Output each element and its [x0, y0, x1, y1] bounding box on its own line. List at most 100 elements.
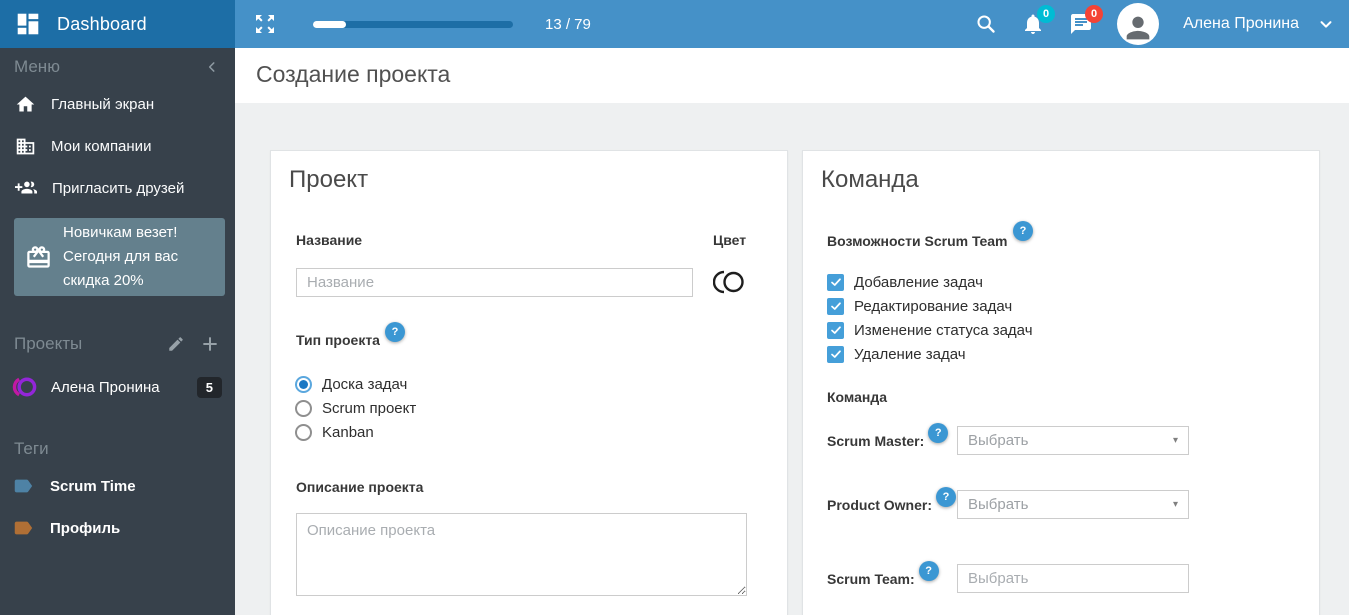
- collapse-sidebar-icon[interactable]: [205, 60, 219, 74]
- radio-task-board[interactable]: Доска задач: [295, 374, 407, 394]
- sidebar-item-label: Главный экран: [51, 95, 155, 113]
- product-owner-help-icon[interactable]: ?: [936, 486, 957, 507]
- radio-kanban[interactable]: Kanban: [295, 422, 374, 442]
- user-name[interactable]: Алена Пронина: [1183, 15, 1299, 33]
- menu-header-label: Меню: [14, 57, 60, 76]
- radio-label: Kanban: [322, 423, 374, 441]
- notifications-badge: 0: [1037, 5, 1056, 23]
- project-card: Проект Название Цвет Тип проекта ? Доска…: [270, 150, 788, 615]
- description-label: Описание проекта: [296, 479, 424, 495]
- checkbox-checked-icon: [827, 345, 844, 363]
- select-placeholder: Выбрать: [968, 432, 1029, 449]
- project-name: Алена Пронина: [51, 378, 160, 396]
- project-name-input[interactable]: [296, 268, 693, 297]
- radio-icon: [295, 375, 312, 393]
- team-card: Команда Возможности Scrum Team ? Добавле…: [802, 150, 1320, 615]
- scrum-master-label: Scrum Master:: [827, 432, 925, 449]
- select-caret-icon: ▾: [1172, 499, 1178, 510]
- checkbox-checked-icon: [827, 321, 844, 339]
- sidebar-tag-scrum-time[interactable]: Scrum Time: [0, 469, 235, 503]
- edit-projects-pencil-icon[interactable]: [167, 335, 185, 353]
- sidebar-item-label: Мои компании: [51, 137, 152, 155]
- select-caret-icon: ▾: [1172, 435, 1178, 446]
- fullscreen-icon[interactable]: [253, 12, 277, 36]
- sidebar: Меню Главный экран Мои компании Пригласи…: [0, 48, 235, 615]
- radio-scrum-project[interactable]: Scrum проект: [295, 398, 416, 418]
- product-owner-select[interactable]: Выбрать ▾: [957, 490, 1189, 519]
- notifications-bell-icon[interactable]: 0: [1021, 5, 1056, 36]
- promo-line: скидка 20%: [63, 272, 144, 289]
- main-content: Создание проекта Проект Название Цвет Ти…: [235, 48, 1349, 615]
- progress-fill: [313, 20, 346, 28]
- scrum-team-input[interactable]: [957, 564, 1189, 593]
- color-picker-icon[interactable]: [713, 268, 745, 296]
- name-label: Название: [296, 232, 363, 248]
- project-logo-icon: [10, 374, 37, 400]
- building-icon: [15, 136, 36, 157]
- radio-icon: [295, 399, 312, 417]
- sidebar-item-companies[interactable]: Мои компании: [0, 125, 235, 167]
- messages-badge: 0: [1085, 5, 1104, 23]
- add-project-plus-icon[interactable]: [200, 334, 220, 354]
- brand-title[interactable]: Dashboard: [57, 14, 147, 35]
- checkbox-change-status[interactable]: Изменение статуса задач: [827, 320, 1033, 340]
- messages-chat-icon[interactable]: 0: [1069, 5, 1104, 36]
- page-header: Создание проекта: [235, 48, 1349, 103]
- brand-header: Dashboard: [0, 0, 235, 48]
- checkbox-checked-icon: [827, 297, 844, 315]
- scrum-team-label: Scrum Team:: [827, 570, 915, 587]
- gift-icon: [25, 244, 52, 271]
- scrum-team-help-icon[interactable]: ?: [918, 560, 939, 581]
- radio-label: Доска задач: [322, 375, 408, 393]
- tag-icon: [12, 475, 34, 497]
- sidebar-tag-profile[interactable]: Профиль: [0, 511, 235, 545]
- scrum-master-select[interactable]: Выбрать ▾: [957, 426, 1189, 455]
- color-label: Цвет: [713, 232, 747, 248]
- product-owner-field: Product Owner: ? Выбрать ▾: [803, 486, 1321, 519]
- radio-icon: [295, 423, 312, 441]
- promo-text: Новичкам везет! Сегодня для вас скидка 2…: [63, 221, 178, 293]
- progress-label: 13 / 79: [545, 15, 591, 33]
- promo-line: Новичкам везет!: [63, 224, 178, 241]
- checkbox-add-tasks[interactable]: Добавление задач: [827, 272, 983, 292]
- chevron-down-icon[interactable]: [1317, 15, 1335, 33]
- project-description-textarea[interactable]: [296, 513, 747, 596]
- project-type-help-icon[interactable]: ?: [385, 322, 405, 342]
- tag-icon: [12, 517, 34, 539]
- promo-line: Сегодня для вас: [63, 248, 179, 265]
- home-icon: [15, 94, 36, 115]
- permissions-help-icon[interactable]: ?: [1013, 221, 1033, 241]
- checkbox-label: Редактирование задач: [854, 297, 1013, 315]
- sidebar-item-home[interactable]: Главный экран: [0, 83, 235, 125]
- topbar: 13 / 79 0 0 Алена Пронина: [235, 0, 1349, 48]
- projects-header-label: Проекты: [14, 334, 83, 353]
- menu-header: Меню: [0, 48, 235, 77]
- scrum-master-field: Scrum Master: ? Выбрать ▾: [803, 422, 1321, 455]
- progress-bar[interactable]: [313, 20, 513, 28]
- project-card-title: Проект: [289, 166, 369, 193]
- team-card-title: Команда: [821, 166, 919, 193]
- search-icon[interactable]: [975, 13, 997, 35]
- checkbox-label: Добавление задач: [854, 273, 983, 291]
- sidebar-item-invite-friends[interactable]: Пригласить друзей: [0, 167, 235, 209]
- dashboard-logo-icon[interactable]: [15, 11, 41, 37]
- projects-section-header: Проекты: [0, 331, 235, 357]
- topbar-actions: 0 0 Алена Пронина: [975, 3, 1349, 45]
- tag-label: Scrum Time: [50, 477, 136, 495]
- invite-friends-icon: [15, 177, 37, 199]
- user-avatar[interactable]: [1117, 3, 1160, 45]
- product-owner-label: Product Owner:: [827, 496, 933, 513]
- promo-card[interactable]: Новичкам везет! Сегодня для вас скидка 2…: [14, 218, 225, 296]
- project-count-badge: 5: [196, 376, 222, 398]
- scrum-master-help-icon[interactable]: ?: [928, 422, 949, 443]
- tags-section-header: Теги: [0, 436, 235, 462]
- page-title: Создание проекта: [256, 61, 451, 87]
- team-label: Команда: [827, 389, 887, 405]
- sidebar-project-item[interactable]: Алена Пронина 5: [0, 370, 235, 404]
- checkbox-label: Изменение статуса задач: [854, 321, 1033, 339]
- checkbox-delete-tasks[interactable]: Удаление задач: [827, 344, 966, 364]
- checkbox-checked-icon: [827, 273, 844, 291]
- checkbox-edit-tasks[interactable]: Редактирование задач: [827, 296, 1012, 316]
- select-placeholder: Выбрать: [968, 496, 1029, 513]
- project-type-label: Тип проекта: [296, 332, 380, 348]
